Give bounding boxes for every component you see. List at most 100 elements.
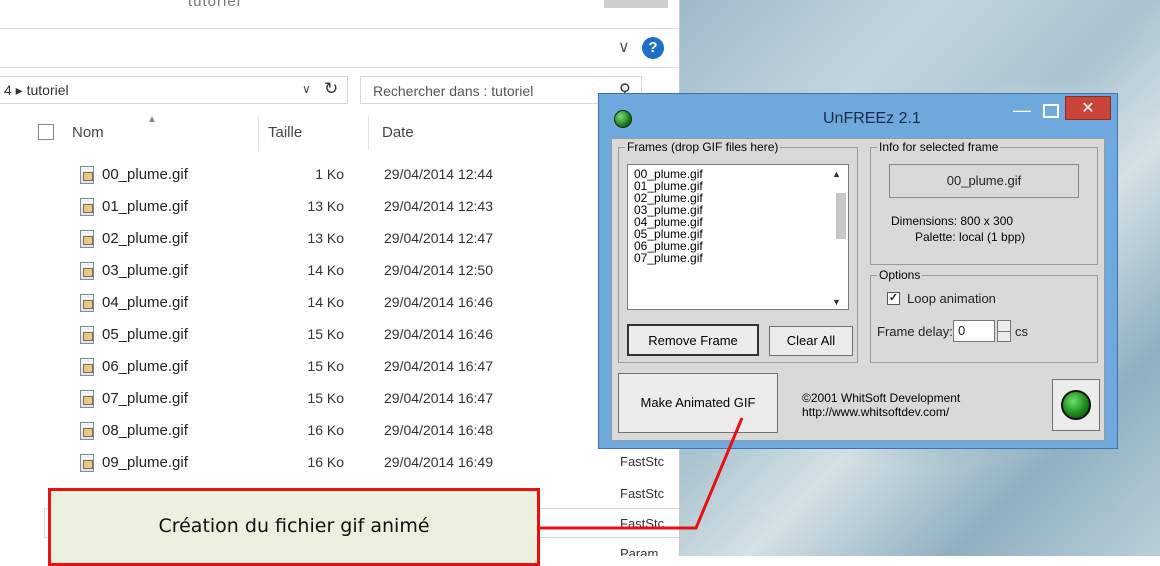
info-group-label: Info for selected frame	[877, 140, 1001, 154]
unfreez-window: UnFREEz 2.1 — ✕ Frames (drop GIF files h…	[598, 93, 1118, 449]
file-row[interactable]: 00_plume.gif 1 Ko 29/04/2014 12:44	[0, 160, 679, 192]
explorer-close-button[interactable]	[604, 0, 668, 8]
column-divider[interactable]	[258, 116, 259, 150]
green-go-icon	[1061, 390, 1091, 420]
file-size: 15 Ko	[307, 390, 344, 406]
scroll-down-icon[interactable]: ▼	[832, 297, 841, 307]
close-button[interactable]: ✕	[1065, 96, 1111, 120]
file-size: 16 Ko	[307, 454, 344, 470]
select-all-checkbox[interactable]	[38, 124, 54, 140]
file-row[interactable]: 07_plume.gif 15 Ko 29/04/2014 16:47	[0, 384, 679, 416]
ribbon-expand-icon[interactable]: ∨	[618, 37, 630, 57]
remove-frame-button[interactable]: Remove Frame	[627, 324, 759, 356]
scroll-up-icon[interactable]: ▲	[832, 169, 841, 179]
gif-file-icon	[80, 198, 94, 216]
file-name: 07_plume.gif	[102, 390, 188, 407]
file-date: 29/04/2014 16:46	[384, 294, 493, 310]
file-size: 13 Ko	[307, 198, 344, 214]
loop-animation-label[interactable]: Loop animation	[907, 291, 996, 306]
file-date: 29/04/2014 12:44	[384, 166, 493, 182]
explorer-window-title: tutoriel	[188, 0, 242, 10]
frames-groupbox: Frames (drop GIF files here) 00_plume.gi…	[618, 140, 858, 363]
options-group-label: Options	[877, 268, 923, 282]
annotation-text: Création du fichier gif animé	[158, 515, 430, 537]
column-header-name[interactable]: Nom	[72, 124, 104, 141]
file-row[interactable]: 04_plume.gif 14 Ko 29/04/2014 16:46	[0, 288, 679, 320]
search-placeholder: Rechercher dans : tutoriel	[373, 83, 534, 99]
frames-listbox[interactable]: 00_plume.gif 01_plume.gif 02_plume.gif 0…	[627, 164, 849, 310]
gif-file-icon	[80, 166, 94, 184]
explorer-titlebar: tutoriel	[0, 0, 679, 10]
clear-all-button[interactable]: Clear All	[769, 326, 853, 356]
go-button[interactable]	[1052, 379, 1100, 431]
address-path: 4 ▸ tutoriel	[4, 82, 69, 98]
file-row[interactable]: 06_plume.gif 15 Ko 29/04/2014 16:47	[0, 352, 679, 384]
frames-group-label: Frames (drop GIF files here)	[625, 140, 781, 154]
file-row[interactable]: 01_plume.gif 13 Ko 29/04/2014 12:43	[0, 192, 679, 224]
frame-delay-input[interactable]: 0	[953, 320, 995, 342]
annotation-callout: Création du fichier gif animé	[48, 488, 540, 566]
file-size: 13 Ko	[307, 230, 344, 246]
unfreez-client-area: Frames (drop GIF files here) 00_plume.gi…	[611, 138, 1105, 441]
file-date: 29/04/2014 16:48	[384, 422, 493, 438]
file-name: 05_plume.gif	[102, 326, 188, 343]
minimize-button[interactable]: —	[1009, 100, 1035, 122]
column-header-date[interactable]: Date	[382, 124, 414, 141]
frame-delay-unit: cs	[1015, 324, 1028, 339]
gif-file-icon	[80, 390, 94, 408]
frame-delay-label: Frame delay:	[877, 324, 953, 339]
file-name: 09_plume.gif	[102, 454, 188, 471]
file-date: 29/04/2014 16:47	[384, 358, 493, 374]
file-size: 16 Ko	[307, 422, 344, 438]
column-header-size[interactable]: Taille	[268, 124, 302, 141]
file-name: 08_plume.gif	[102, 422, 188, 439]
copyright-line: ©2001 WhitSoft Development	[802, 391, 961, 405]
selected-frame-name: 00_plume.gif	[889, 164, 1079, 198]
file-type: Param	[620, 546, 659, 556]
unfreez-title: UnFREEz 2.1	[823, 110, 921, 127]
loop-animation-checkbox[interactable]: ✓	[887, 292, 900, 305]
file-row[interactable]: 09_plume.gif 16 Ko 29/04/2014 16:49 Fast…	[0, 448, 679, 480]
make-animated-gif-button[interactable]: Make Animated GIF	[618, 373, 778, 433]
file-name: 02_plume.gif	[102, 230, 188, 247]
file-size: 1 Ko	[315, 166, 344, 182]
unfreez-titlebar[interactable]: UnFREEz 2.1 — ✕	[599, 94, 1117, 132]
file-name: 04_plume.gif	[102, 294, 188, 311]
file-explorer-window: tutoriel ∨ ? 4 ▸ tutoriel ∨ ↻ Rechercher…	[0, 0, 680, 556]
gif-file-icon	[80, 294, 94, 312]
gif-file-icon	[80, 422, 94, 440]
file-row[interactable]: 08_plume.gif 16 Ko 29/04/2014 16:48	[0, 416, 679, 448]
gif-file-icon	[80, 358, 94, 376]
file-date: 29/04/2014 16:46	[384, 326, 493, 342]
address-bar[interactable]: 4 ▸ tutoriel ∨ ↻	[0, 76, 348, 104]
website-link[interactable]: http://www.whitsoftdev.com/	[802, 405, 960, 419]
file-name: 03_plume.gif	[102, 262, 188, 279]
file-name: 00_plume.gif	[102, 166, 188, 183]
help-icon[interactable]: ?	[642, 37, 664, 59]
column-divider[interactable]	[368, 116, 369, 150]
maximize-button[interactable]	[1037, 98, 1063, 120]
file-size: 14 Ko	[307, 262, 344, 278]
file-row[interactable]: 03_plume.gif 14 Ko 29/04/2014 12:50	[0, 256, 679, 288]
file-size: 14 Ko	[307, 294, 344, 310]
ribbon-bar: ∨ ?	[0, 28, 679, 68]
column-header-row: ▲ Nom Taille Date	[0, 110, 679, 154]
scrollbar-thumb[interactable]	[836, 193, 846, 239]
gif-file-icon	[80, 230, 94, 248]
chevron-down-icon[interactable]: ∨	[302, 82, 311, 96]
file-date: 29/04/2014 16:47	[384, 390, 493, 406]
unfreez-app-icon	[614, 110, 632, 128]
file-size: 15 Ko	[307, 326, 344, 342]
copyright-text: ©2001 WhitSoft Development http://www.wh…	[802, 391, 960, 419]
file-name: 06_plume.gif	[102, 358, 188, 375]
file-type: FastStc	[620, 486, 665, 501]
frame-dimensions: Dimensions: 800 x 300	[891, 214, 1014, 228]
file-type: FastStc	[620, 516, 665, 531]
frame-list-item[interactable]: 07_plume.gif	[634, 252, 703, 264]
refresh-icon[interactable]: ↻	[324, 79, 338, 99]
file-row[interactable]: 05_plume.gif 15 Ko 29/04/2014 16:46	[0, 320, 679, 352]
file-row[interactable]: 02_plume.gif 13 Ko 29/04/2014 12:47	[0, 224, 679, 256]
options-groupbox: Options ✓ Loop animation Frame delay: 0 …	[870, 268, 1098, 363]
frame-delay-spinner[interactable]	[997, 320, 1011, 342]
gif-file-icon	[80, 454, 94, 472]
